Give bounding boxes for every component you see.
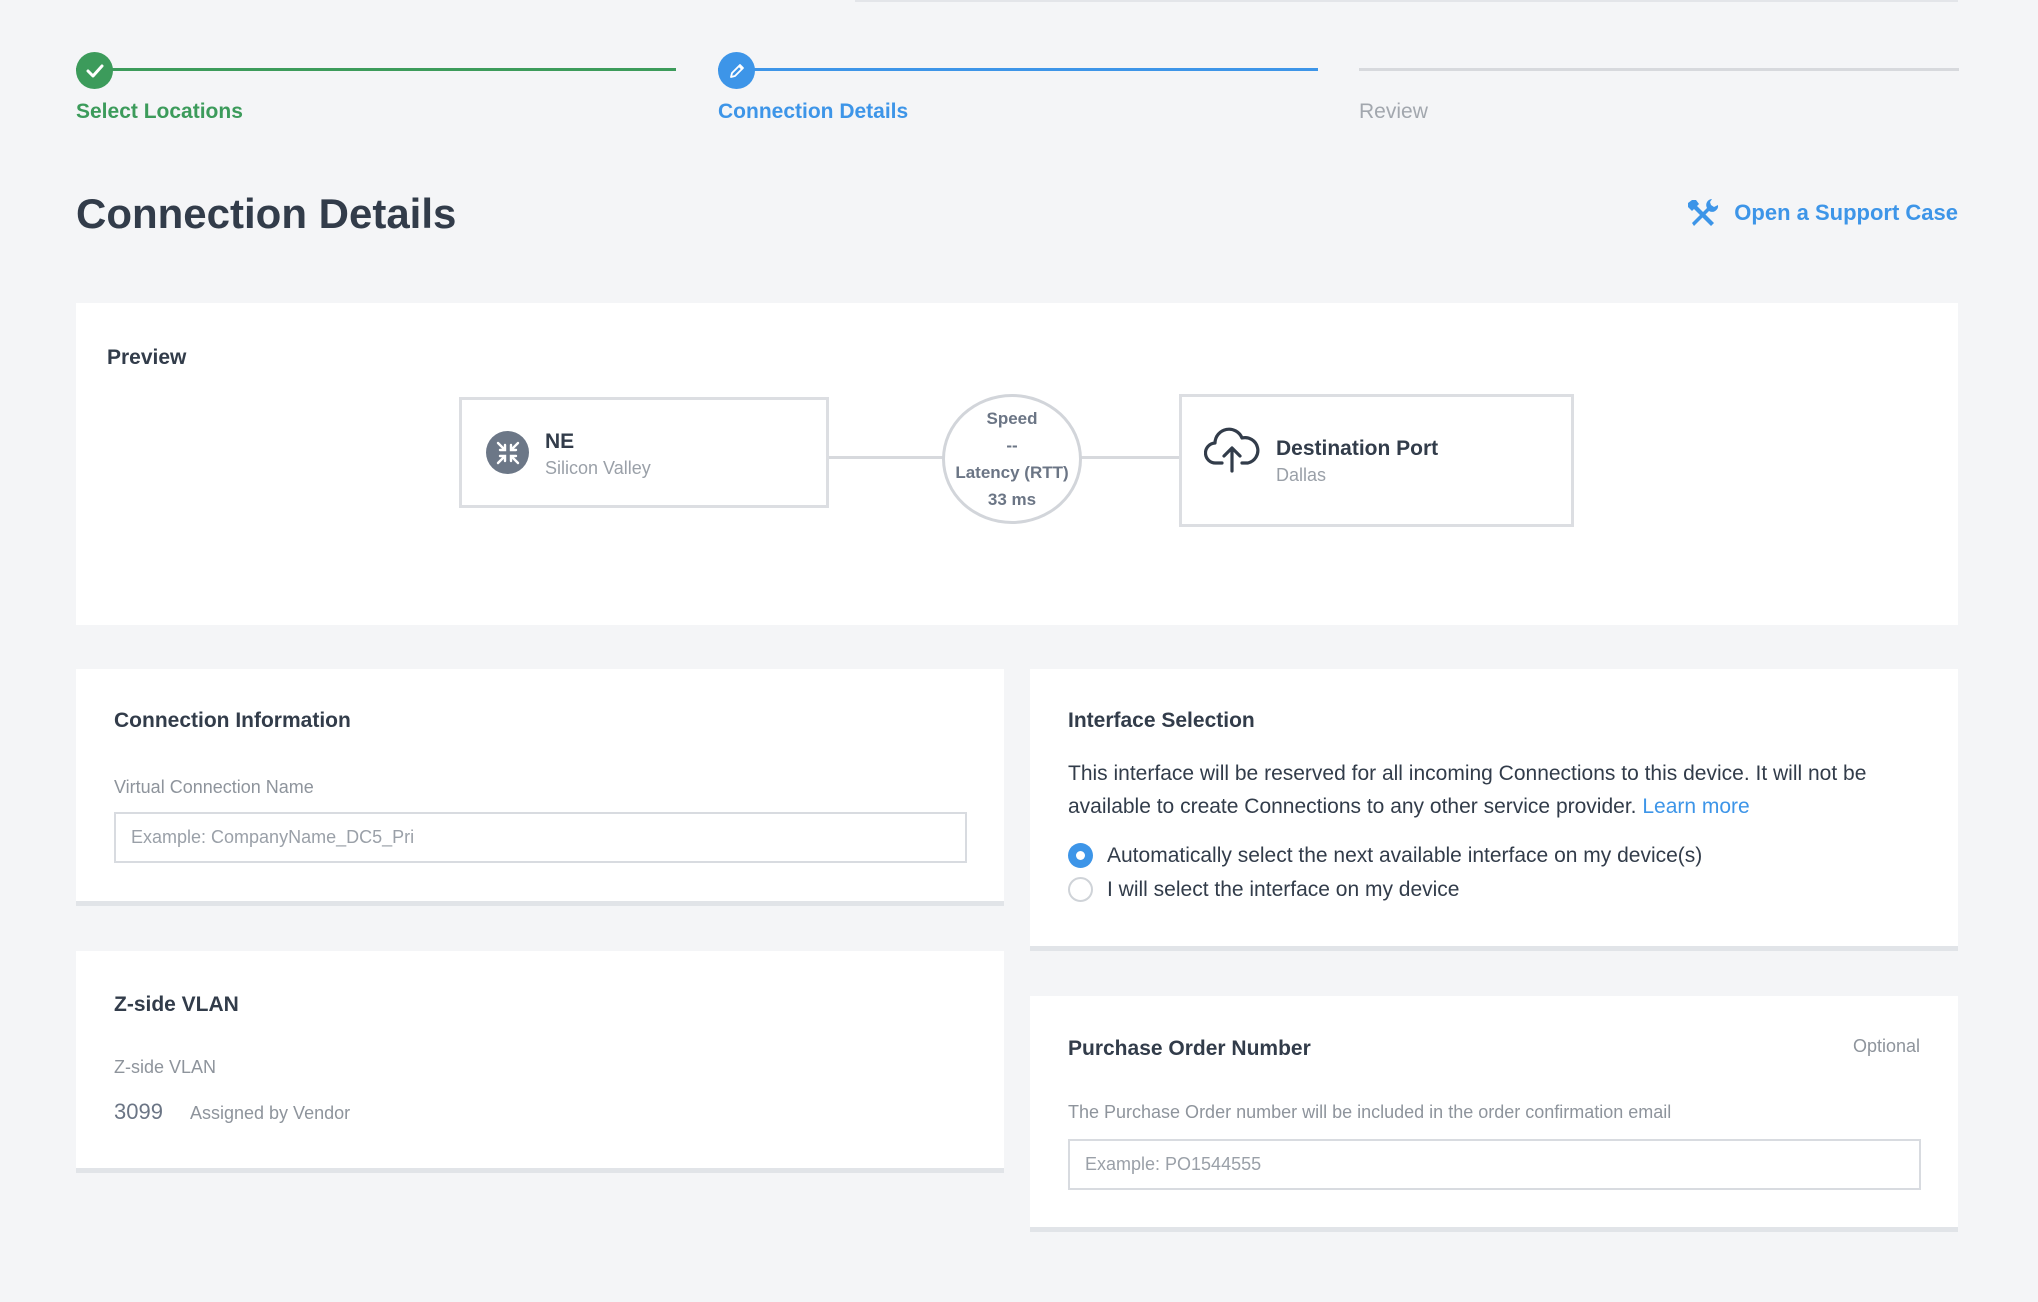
destination-port-node: Destination Port Dallas (1179, 394, 1574, 527)
virtual-connection-name-input[interactable] (114, 812, 967, 863)
step-progress-bar (76, 68, 676, 71)
open-support-case-link[interactable]: Open a Support Case (1686, 196, 1958, 230)
zside-vlan-note: Assigned by Vendor (190, 1103, 351, 1123)
zside-vlan-value: 3099 (114, 1099, 163, 1124)
zside-vlan-card: Z-side VLAN Z-side VLAN 3099 Assigned by… (76, 951, 1004, 1173)
purchase-order-title: Purchase Order Number (1068, 1037, 1311, 1060)
interface-option-label: Automatically select the next available … (1107, 843, 1703, 867)
page-title: Connection Details (76, 190, 457, 237)
step-progress-bar (1359, 68, 1959, 71)
step-select-locations[interactable]: Select Locations (76, 52, 676, 132)
router-icon (486, 431, 529, 474)
step-label: Review (1359, 100, 1428, 123)
tools-icon (1688, 199, 1719, 226)
cloud-upload-icon (1204, 427, 1260, 473)
support-link-label: Open a Support Case (1734, 200, 1958, 225)
latency-label: Latency (RTT) (955, 463, 1069, 482)
connection-information-card: Connection Information Virtual Connectio… (76, 669, 1004, 906)
step-connection-details[interactable]: Connection Details (718, 52, 1318, 132)
zside-vlan-label: Z-side VLAN (114, 1057, 217, 1077)
destination-name: Destination Port (1276, 437, 1439, 460)
step-review[interactable]: Review (1359, 52, 1959, 132)
radio-selected[interactable] (1068, 843, 1093, 868)
purchase-order-card: Purchase Order Number Optional The Purch… (1030, 996, 1958, 1232)
progress-stepper: Select Locations Connection Details Revi… (76, 52, 1959, 132)
source-device-location: Silicon Valley (545, 458, 651, 478)
interface-selection-title: Interface Selection (1068, 709, 1255, 732)
interface-option-auto[interactable]: Automatically select the next available … (1068, 843, 1702, 868)
learn-more-link[interactable]: Learn more (1642, 795, 1749, 818)
interface-option-manual[interactable]: I will select the interface on my device (1068, 877, 1460, 902)
connection-information-title: Connection Information (114, 709, 351, 732)
optional-label: Optional (1852, 1036, 1920, 1056)
source-device-name: NE (545, 430, 575, 453)
interface-selection-card: Interface Selection This interface will … (1030, 669, 1958, 951)
speed-latency-indicator: Speed -- Latency (RTT) 33 ms (942, 394, 1082, 524)
check-icon (76, 52, 113, 89)
speed-value: -- (1006, 436, 1018, 455)
preview-title: Preview (107, 346, 187, 369)
virtual-connection-name-label: Virtual Connection Name (114, 777, 314, 797)
radio-unselected[interactable] (1068, 877, 1093, 902)
latency-value: 33 ms (987, 490, 1037, 509)
pencil-icon (718, 52, 755, 89)
connector-line (1079, 456, 1179, 459)
purchase-order-input[interactable] (1068, 1139, 1921, 1190)
interface-selection-description: This interface will be reserved for all … (1068, 757, 1928, 823)
interface-option-label: I will select the interface on my device (1107, 877, 1460, 901)
destination-location: Dallas (1276, 465, 1327, 485)
step-progress-bar (718, 68, 1318, 71)
source-device-node: NE Silicon Valley (459, 397, 829, 508)
purchase-order-help: The Purchase Order number will be includ… (1068, 1102, 1672, 1122)
step-label: Connection Details (718, 100, 909, 123)
step-label: Select Locations (76, 100, 243, 123)
speed-label: Speed (986, 409, 1038, 428)
zside-vlan-title: Z-side VLAN (114, 993, 239, 1016)
top-divider (855, 0, 1958, 2)
preview-card: Preview NE Silicon Valley Speed -- Laten… (76, 303, 1958, 625)
